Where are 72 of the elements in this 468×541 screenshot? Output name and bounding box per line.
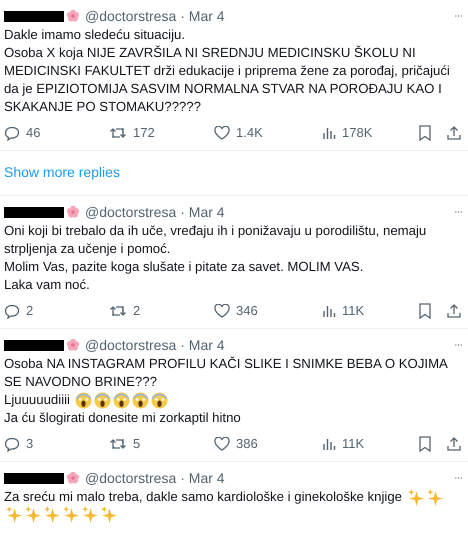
heart-icon[interactable] (214, 437, 230, 451)
tweet-date: · Mar 4 (180, 6, 225, 26)
view-count: 11K (342, 435, 364, 454)
repost-count: 2 (133, 302, 140, 320)
repost-count: 172 (133, 124, 155, 142)
more-button[interactable]: ··· (454, 204, 464, 220)
like-count: 346 (236, 302, 258, 320)
view-count: 178K (342, 124, 372, 142)
sparkles-icon (100, 506, 117, 523)
tweet-date: · Mar 4 (180, 336, 225, 354)
screaming-face-icon (75, 392, 92, 408)
sparkles-icon (81, 506, 98, 523)
like-count: 386 (236, 435, 258, 454)
tweet-text: Osoba NA INSTAGRAM PROFILU KAČI SLIKE I SNIMKE BEBA O KOJIMA SE NAVODNO BRINE??? (4, 355, 449, 391)
redaction-bar (4, 10, 64, 22)
share-icon[interactable] (446, 303, 462, 319)
repost-icon[interactable] (109, 437, 127, 451)
tweet-text: Ja ću šlogirati donesite mi zorkaptil hitno (4, 409, 241, 427)
redaction-bar (4, 206, 64, 218)
bookmark-icon[interactable] (418, 303, 432, 319)
repost-icon[interactable] (109, 126, 127, 140)
flower-icon (66, 471, 80, 485)
more-button[interactable]: ··· (454, 8, 464, 24)
heart-icon[interactable] (214, 304, 230, 318)
reply-count: 3 (26, 435, 34, 454)
tweet-text: Molim Vas, pazite koga slušate i pitate za savet. MOLIM VAS. (4, 258, 364, 276)
tweet-text: Laka vam noć. (4, 276, 90, 294)
tweet-date: · Mar 4 (180, 202, 225, 222)
heart-icon[interactable] (214, 126, 230, 140)
reply-count: 2 (26, 302, 34, 320)
screaming-face-icon (132, 392, 149, 408)
tweet-text: Ljuuuuudiiii (4, 391, 70, 409)
sparkles-icon (5, 506, 22, 523)
tweet-text: Dakle imamo sledeću situaciju. (4, 26, 186, 44)
bar-chart-icon[interactable] (322, 437, 336, 451)
view-count: 11K (342, 302, 364, 320)
repost-count: 5 (133, 435, 140, 454)
screaming-face-icon (151, 392, 168, 408)
user-handle[interactable]: @doctorstresa (85, 468, 176, 488)
sparkles-icon (43, 506, 60, 523)
speech-bubble-icon[interactable] (4, 304, 20, 318)
more-button[interactable]: ··· (454, 336, 464, 354)
tweet-text: Za sreću mi malo treba, dakle samo kardiološke i ginekološke knjige (4, 488, 402, 506)
user-handle[interactable]: @doctorstresa (85, 6, 176, 26)
repost-icon[interactable] (109, 304, 127, 318)
flower-icon (66, 205, 80, 219)
reply-count: 46 (26, 124, 40, 142)
sparkles-icon (426, 488, 444, 506)
tweet-text: Osoba X koja NIJE ZAVRŠILA NI SREDNJU MEDICINSKU ŠKOLU NI MEDICINSKI FAKULTET drži edukacije i priprema žene za porođaj, pričajući da je EPIZIOTOMIJA SASVIM NORMALNA STVAR NA POROĐAJU KAO I SKAKANJE PO STOMAKU????? (4, 44, 451, 116)
redaction-bar (4, 340, 64, 350)
redaction-bar (4, 472, 64, 484)
sparkles-icon (62, 506, 79, 523)
tweet-date: · Mar 4 (180, 468, 225, 488)
share-icon[interactable] (446, 436, 462, 452)
sparkles-icon (407, 488, 424, 506)
speech-bubble-icon[interactable] (4, 126, 20, 140)
bar-chart-icon[interactable] (322, 304, 336, 318)
bookmark-icon[interactable] (418, 125, 432, 141)
flower-icon (66, 9, 80, 23)
speech-bubble-icon[interactable] (4, 436, 20, 452)
bar-chart-icon[interactable] (322, 126, 336, 140)
bookmark-icon[interactable] (418, 436, 432, 452)
user-handle[interactable]: @doctorstresa (85, 202, 176, 222)
sparkles-icon (24, 506, 41, 523)
share-icon[interactable] (446, 125, 462, 141)
screaming-face-icon (94, 392, 111, 408)
user-handle[interactable]: @doctorstresa (85, 334, 176, 356)
tweet-text: Oni koji bi trebalo da ih uče, vređaju ih i ponižavaju u porodilištu, nemaju strpljenja za učenje i pomoć. (4, 222, 428, 258)
like-count: 1.4K (236, 124, 263, 142)
more-button[interactable]: ··· (454, 470, 464, 486)
screaming-face-icon (113, 392, 130, 408)
flower-icon (66, 338, 80, 352)
